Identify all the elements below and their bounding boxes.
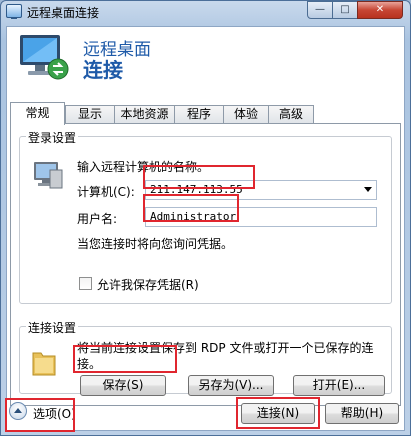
- minimize-button[interactable]: —: [307, 1, 333, 19]
- options-highlight-box: [5, 398, 75, 432]
- tab-advanced[interactable]: 高级: [268, 105, 314, 124]
- save-as-button[interactable]: 另存为(V)...: [188, 375, 274, 396]
- tab-experience[interactable]: 体验: [223, 105, 269, 124]
- save-credentials-label[interactable]: 允许我保存凭据(R): [97, 276, 199, 293]
- dialog-header: 远程桌面 连接: [7, 27, 404, 95]
- tab-general[interactable]: 常规: [10, 102, 65, 125]
- tab-display[interactable]: 显示: [65, 105, 115, 124]
- close-button[interactable]: ✕: [357, 1, 403, 19]
- tab-strip: 常规 显示 本地资源 程序 体验 高级: [10, 102, 402, 125]
- tab-programs[interactable]: 程序: [174, 105, 224, 124]
- title-bar[interactable]: 远程桌面连接 — □ ✕: [1, 1, 410, 23]
- computer-highlight-box: [143, 165, 255, 189]
- maximize-button[interactable]: □: [332, 1, 358, 19]
- save-button[interactable]: 保存(S): [80, 375, 166, 396]
- save-credentials-checkbox[interactable]: [79, 277, 92, 290]
- connect-highlight-box: [236, 397, 320, 429]
- folder-icon: [32, 352, 56, 376]
- login-settings-title: 登录设置: [26, 129, 79, 146]
- dialog-client-area: 远程桌面 连接 常规 显示 本地资源 程序 体验 高级 登录设置 输入远程计算机…: [6, 26, 405, 431]
- window-title: 远程桌面连接: [27, 6, 100, 20]
- remote-desktop-monitor-icon: [20, 35, 69, 80]
- help-button[interactable]: 帮助(H): [325, 403, 399, 424]
- remote-desktop-window: 远程桌面连接 — □ ✕ 远程桌面 连接 常规 显示 本地资源 程序 体验 高级: [0, 0, 411, 436]
- connection-settings-title: 连接设置: [26, 319, 79, 336]
- open-button[interactable]: 打开(E)...: [293, 375, 385, 396]
- tab-local-resources[interactable]: 本地资源: [114, 105, 175, 124]
- username-label: 用户名:: [77, 212, 118, 226]
- computer-label: 计算机(C):: [77, 185, 135, 199]
- credential-note: 当您连接时将向您询问凭据。: [77, 237, 234, 251]
- username-highlight-box: [143, 194, 239, 222]
- remote-desktop-icon: [6, 4, 22, 19]
- computer-icon: [34, 162, 63, 189]
- header-title-line2: 连接: [83, 58, 123, 82]
- chevron-down-icon[interactable]: [364, 187, 372, 192]
- save-button-highlight-box: [73, 345, 177, 373]
